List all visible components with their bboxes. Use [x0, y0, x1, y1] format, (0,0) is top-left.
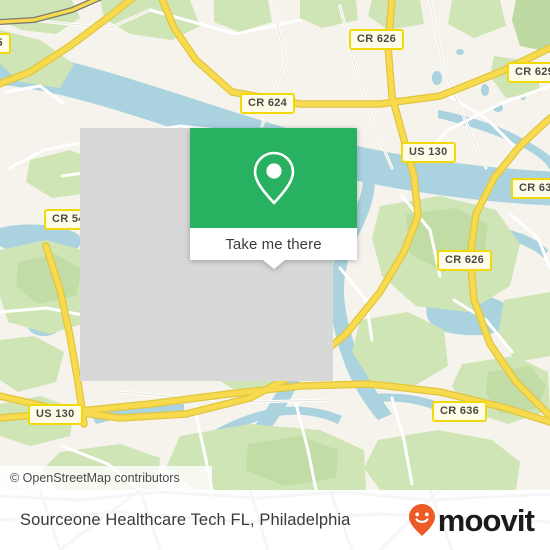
- map-screenshot: 95 CR 626 CR 629 CR 624 US 130 CR 630 CR…: [0, 0, 550, 550]
- popup-header: [190, 128, 357, 228]
- road-shield: CR 626: [437, 250, 493, 271]
- moovit-brand[interactable]: moovit: [407, 502, 535, 538]
- road-shield: CR 626: [349, 29, 405, 50]
- map-popup[interactable]: Take me there: [190, 128, 357, 269]
- road-shield: US 130: [28, 404, 83, 425]
- osm-attribution-text: © OpenStreetMap contributors: [10, 471, 180, 485]
- road-shield: CR 636: [432, 401, 488, 422]
- moovit-smiley-pin-icon: [408, 504, 435, 536]
- take-me-there-label: Take me there: [225, 235, 322, 253]
- map-pin-icon: [253, 151, 294, 205]
- popup-tail-arrow: [262, 260, 285, 269]
- footer-bar: Sourceone Healthcare Tech FL, Philadelph…: [0, 490, 550, 550]
- road-shield: CR 624: [240, 93, 296, 114]
- moovit-wordmark: moovit: [437, 502, 535, 538]
- road-shield: 95: [0, 33, 11, 54]
- osm-attribution[interactable]: © OpenStreetMap contributors: [0, 466, 212, 490]
- road-shield: CR 629: [507, 62, 550, 83]
- road-shield: CR 630: [511, 178, 550, 199]
- take-me-there-button[interactable]: Take me there: [190, 228, 357, 269]
- place-name: Sourceone Healthcare Tech FL, Philadelph…: [20, 510, 351, 529]
- road-shield: US 130: [401, 142, 456, 163]
